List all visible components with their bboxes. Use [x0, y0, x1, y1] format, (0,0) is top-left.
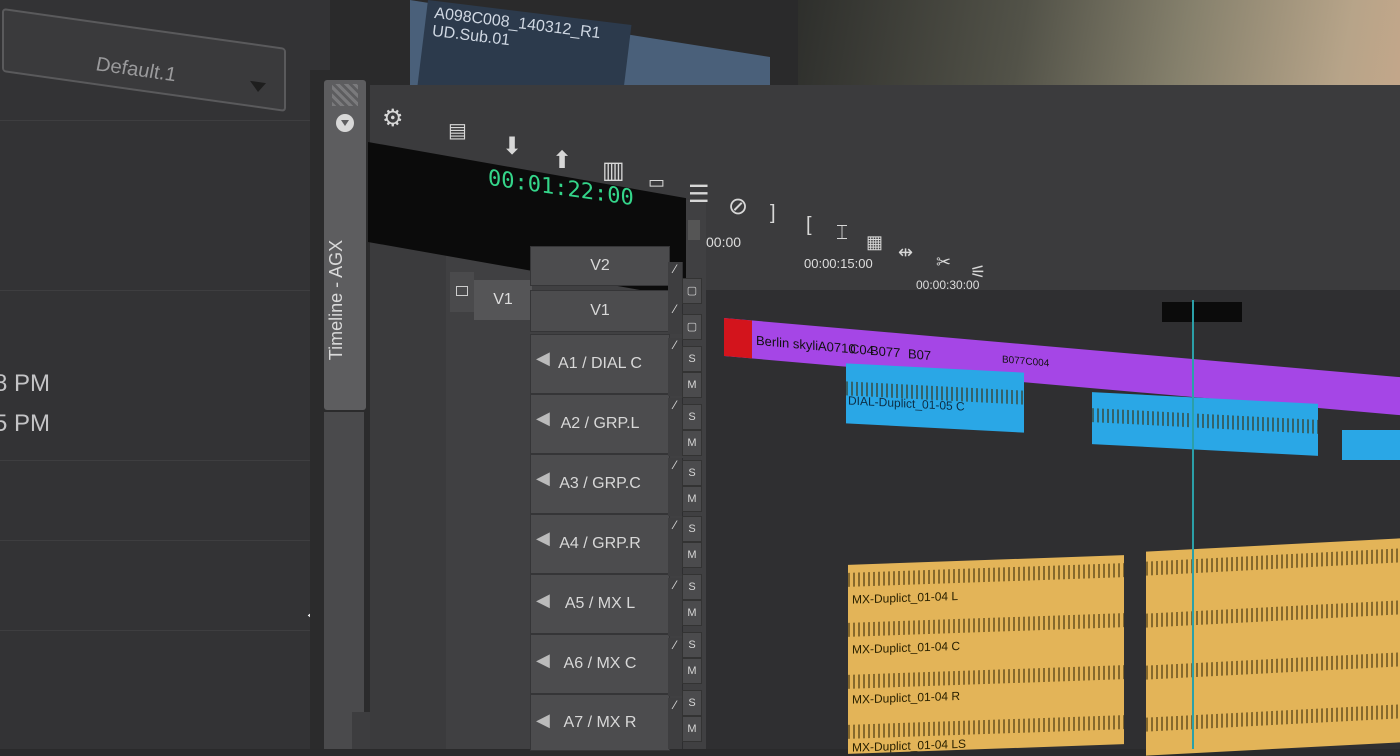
- clip-label: B077: [870, 342, 901, 361]
- clip-label: B07: [908, 346, 932, 364]
- track-lock-icon[interactable]: ⁄: [668, 338, 683, 396]
- timeline-toolbar: ⚙ ▤ ⬇ ⬆ ▥ ▭ ☰ ⊘ ] [ ⌶ ▦ ⇹ ✂ ⚟: [370, 90, 1400, 282]
- solo-button[interactable]: S: [682, 516, 702, 542]
- tab-strip: [324, 412, 364, 749]
- speaker-icon[interactable]: ◀: [536, 650, 550, 671]
- waveform: [1146, 704, 1400, 732]
- clip-view-icon[interactable]: ▤: [448, 118, 467, 143]
- solo-button[interactable]: S: [682, 632, 702, 658]
- mx-clip[interactable]: [1146, 538, 1400, 756]
- ruler-tick-label: 00:00:15:00: [804, 256, 873, 271]
- extract-down-icon[interactable]: ⬇: [502, 132, 522, 161]
- mute-button[interactable]: M: [682, 716, 702, 742]
- mute-button[interactable]: M: [682, 372, 702, 398]
- solo-button[interactable]: S: [682, 346, 702, 372]
- video-monitor-button[interactable]: ▢: [682, 314, 702, 340]
- mute-button[interactable]: M: [682, 600, 702, 626]
- speaker-icon[interactable]: ◀: [536, 468, 550, 489]
- track-header-a7[interactable]: A7 / MX R: [530, 694, 670, 751]
- divider: [0, 630, 310, 631]
- speaker-icon[interactable]: ◀: [536, 590, 550, 611]
- speaker-icon[interactable]: ◀: [536, 348, 550, 369]
- speaker-icon[interactable]: ◀: [536, 528, 550, 549]
- waveform: [1146, 652, 1400, 680]
- track-header-a6[interactable]: A6 / MX C: [530, 634, 670, 694]
- speaker-icon[interactable]: ◀: [536, 408, 550, 429]
- track-lock-icon[interactable]: ⁄: [668, 518, 683, 576]
- waveform: [848, 665, 1124, 689]
- time-ruler[interactable]: 00:00 00:00:15:00 00:00:30:00: [706, 210, 1400, 292]
- ruler-tick-label: 00:00: [706, 234, 742, 250]
- track-header-a3[interactable]: A3 / GRP.C: [530, 454, 670, 514]
- video-monitor-button[interactable]: ▢: [682, 278, 702, 304]
- dial-clip[interactable]: [1342, 430, 1400, 460]
- track-lock-icon[interactable]: ⁄: [668, 398, 683, 456]
- edit-marker: [724, 318, 752, 359]
- solo-button[interactable]: S: [682, 690, 702, 716]
- clip-label: MX-Duplict_01-04 LS: [852, 736, 967, 754]
- clip-label: Berlin skyli: [756, 332, 819, 354]
- speaker-icon[interactable]: ◀: [536, 710, 550, 731]
- track-lock-icon[interactable]: ⁄: [668, 458, 683, 516]
- timecode-arrow-icon[interactable]: [688, 220, 700, 240]
- settings-sliders-icon[interactable]: ⚙: [382, 104, 404, 133]
- bin-row-time: 5 PM: [0, 410, 51, 437]
- clip-label: B077C004: [1002, 354, 1050, 370]
- divider: [0, 540, 310, 541]
- solo-button[interactable]: S: [682, 404, 702, 430]
- ruler-tick-label: 00:00:30:00: [916, 278, 980, 292]
- lift-up-icon[interactable]: ⬆: [552, 146, 572, 175]
- track-header-a4[interactable]: A4 / GRP.R: [530, 514, 670, 574]
- waveform: [1092, 408, 1318, 434]
- divider: [0, 290, 310, 291]
- clip-label: MX-Duplict_01-04 C: [852, 638, 961, 657]
- ruler-timecode-marker: [1162, 302, 1242, 322]
- bin-row-time: 8 PM: [0, 370, 51, 397]
- mx-clip[interactable]: MX-Duplict_01-04 L MX-Duplict_01-04 C MX…: [848, 555, 1124, 754]
- divider: [0, 460, 310, 461]
- waveform: [1146, 548, 1400, 576]
- source-track-v1[interactable]: V1: [474, 280, 532, 320]
- mute-button[interactable]: M: [682, 658, 702, 684]
- waveform: [848, 563, 1124, 587]
- tab-menu-icon[interactable]: [336, 114, 354, 132]
- mute-button[interactable]: M: [682, 430, 702, 456]
- track-header-a1[interactable]: A1 / DIAL C: [530, 334, 670, 394]
- timeline-tab-label: Timeline - AGX: [326, 239, 346, 361]
- playhead[interactable]: [1192, 300, 1194, 749]
- drag-handle-icon[interactable]: [332, 84, 358, 106]
- clip-label: MX-Duplict_01-04 L: [852, 588, 959, 607]
- track-header-a2[interactable]: A2 / GRP.L: [530, 394, 670, 454]
- solo-button[interactable]: S: [682, 574, 702, 600]
- mute-button[interactable]: M: [682, 542, 702, 568]
- bin-view-label: Default.1: [96, 53, 177, 87]
- track-lock-icon[interactable]: ⁄: [668, 638, 683, 696]
- dial-clip[interactable]: DIAL-Duplict_01-05 C: [846, 363, 1024, 433]
- waveform: [1146, 600, 1400, 628]
- overwrite-icon[interactable]: ▭: [648, 172, 665, 193]
- solo-button[interactable]: S: [682, 460, 702, 486]
- divider: [0, 120, 310, 121]
- splice-icon[interactable]: ☰: [688, 180, 710, 209]
- mute-button[interactable]: M: [682, 486, 702, 512]
- clip-label: MX-Duplict_01-04 R: [852, 688, 961, 707]
- track-lock-icon[interactable]: ⁄: [668, 302, 683, 334]
- waveform: [848, 715, 1124, 739]
- track-header-v2[interactable]: V2: [530, 246, 670, 286]
- track-lock-icon[interactable]: ⁄: [668, 578, 683, 636]
- monitor-toggle-icon[interactable]: [450, 272, 474, 312]
- filmstrip-icon[interactable]: ▥: [602, 156, 625, 185]
- track-header-v1[interactable]: V1: [530, 290, 670, 332]
- track-lock-icon[interactable]: ⁄: [668, 698, 683, 749]
- track-header-a5[interactable]: A5 / MX L: [530, 574, 670, 634]
- waveform: [848, 613, 1124, 637]
- chevron-down-icon: [250, 80, 266, 94]
